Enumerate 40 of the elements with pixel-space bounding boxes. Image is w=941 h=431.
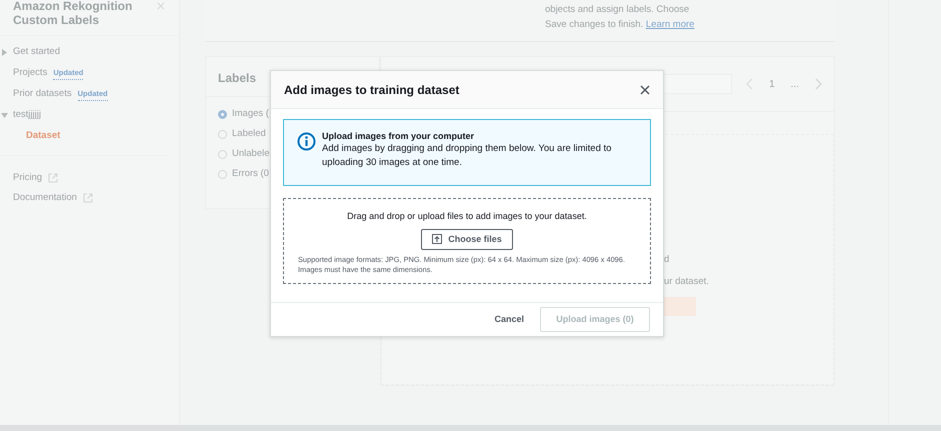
- dropzone-prompt: Drag and drop or upload files to add images to your dataset.: [347, 210, 587, 223]
- dropzone[interactable]: [283, 198, 651, 284]
- nav-link[interactable]: Documentation: [13, 190, 77, 206]
- choose-files-button[interactable]: Choose files: [421, 228, 513, 250]
- close-icon[interactable]: [640, 84, 650, 94]
- nav-link[interactable]: Get started: [13, 45, 60, 60]
- nav-link[interactable]: Dataset: [26, 129, 60, 144]
- description-text: objects and assign labels. Choose: [545, 3, 690, 17]
- panel-title: Labels: [218, 71, 256, 85]
- description-text: Save changes to finish.: [545, 19, 644, 30]
- external-link-icon: [48, 173, 58, 183]
- chevron-right-icon[interactable]: [815, 78, 822, 90]
- page-number[interactable]: 1: [769, 76, 775, 92]
- nav-link[interactable]: testjjjjjj: [13, 108, 41, 123]
- sidebar-title: Amazon Rekognition Custom Labels: [12, 0, 134, 27]
- nav-link[interactable]: Projects: [13, 66, 48, 81]
- upload-icon: [432, 234, 442, 244]
- radio-label: Errors (0: [232, 166, 269, 181]
- alert-text: Add images by dragging and dropping them below. You are limited to uploading 30 images at one time.: [322, 142, 612, 170]
- info-icon: [297, 132, 316, 151]
- alert-heading: Upload images from your computer: [322, 130, 476, 142]
- cancel-button[interactable]: Cancel: [494, 312, 524, 326]
- radio-label: Unlabele: [232, 146, 270, 161]
- empty-state-text: ur dataset.: [664, 275, 710, 289]
- caret-icon[interactable]: [1, 112, 8, 119]
- nav-link[interactable]: Pricing: [13, 170, 42, 186]
- ellipsis: ...: [790, 78, 799, 92]
- empty-state-text: d: [664, 253, 670, 267]
- caret-icon[interactable]: [1, 49, 8, 56]
- nav-link[interactable]: Prior datasets: [13, 87, 72, 102]
- external-link-icon: [82, 193, 93, 203]
- radio-button[interactable]: [218, 150, 227, 158]
- learn-more-link[interactable]: Learn more: [646, 19, 694, 30]
- upload-button[interactable]: [664, 297, 696, 316]
- radio-button[interactable]: [218, 110, 227, 118]
- radio-label: Labeled: [232, 126, 266, 141]
- modal-title: Add images to training dataset: [284, 82, 460, 98]
- radio-button[interactable]: [218, 130, 227, 138]
- radio-label: Images (: [232, 106, 269, 121]
- radio-button[interactable]: [218, 170, 227, 178]
